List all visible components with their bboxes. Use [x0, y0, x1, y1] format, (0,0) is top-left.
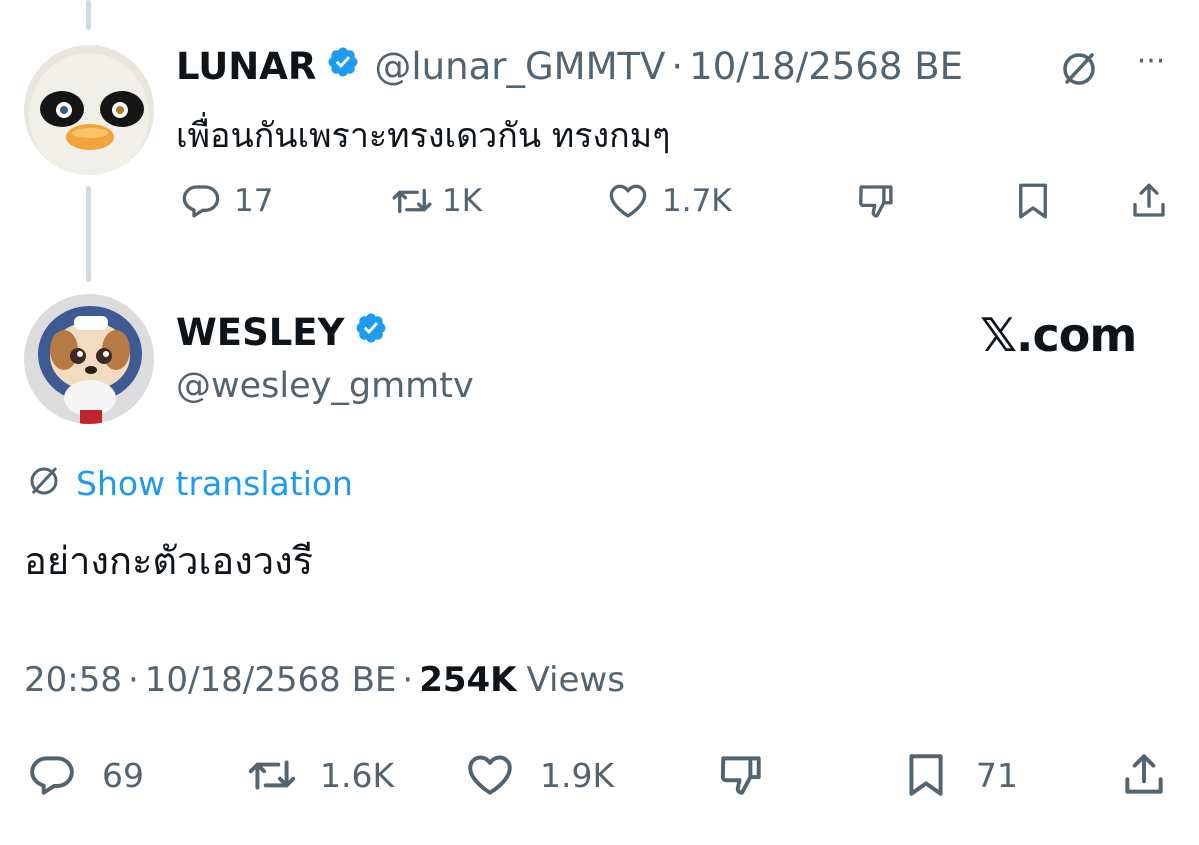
- reply-count: 69: [102, 755, 144, 795]
- tweet-meta: 20:58 · 10/18/2568 BE · 254K Views: [24, 656, 625, 704]
- reply-icon: [24, 750, 80, 800]
- share-icon[interactable]: [1118, 750, 1170, 804]
- tweet-text: เพื่อนกันเพราะทรงเดวกัน ทรงกมๆ: [176, 116, 671, 156]
- tweet-text: อย่างกะตัวเองวงรี: [24, 539, 314, 583]
- separator: ·: [671, 44, 684, 88]
- tweet-header-lunar: LUNAR @lunar_GMMTV · 10/18/2568 BE: [176, 44, 963, 88]
- avatar-lunar[interactable]: [24, 45, 154, 175]
- tweet-date[interactable]: 10/18/2568 BE: [145, 660, 397, 700]
- bookmark-icon[interactable]: [1012, 180, 1054, 226]
- reply-button[interactable]: 17: [180, 180, 273, 222]
- like-count: 1.9K: [540, 755, 615, 795]
- dislike-icon[interactable]: [854, 180, 898, 226]
- translate-icon[interactable]: [1058, 48, 1100, 94]
- handle[interactable]: @lunar_GMMTV: [374, 45, 665, 88]
- dislike-icon[interactable]: [714, 750, 768, 804]
- bookmark-icon: [900, 750, 952, 800]
- like-count: 1.7K: [662, 183, 732, 219]
- repost-icon: [388, 180, 436, 222]
- tweet-header-wesley: WESLEY: [176, 308, 388, 356]
- reply-button[interactable]: 69: [24, 750, 144, 800]
- more-icon[interactable]: ···: [1128, 44, 1174, 79]
- views-count[interactable]: 254K: [419, 660, 516, 700]
- x-brand[interactable]: 𝕏.com: [980, 308, 1137, 362]
- thread-line-top: [86, 0, 91, 30]
- handle[interactable]: @wesley_gmmtv: [176, 366, 474, 406]
- like-icon: [606, 180, 650, 222]
- like-button[interactable]: 1.7K: [606, 180, 732, 222]
- bookmark-button[interactable]: 71: [900, 750, 1018, 800]
- repost-button[interactable]: 1.6K: [242, 750, 394, 800]
- repost-button[interactable]: 1K: [388, 180, 482, 222]
- display-name[interactable]: WESLEY: [176, 311, 344, 354]
- like-icon: [462, 750, 518, 800]
- repost-icon: [242, 750, 302, 800]
- avatar-wesley[interactable]: [24, 294, 154, 424]
- views-label: Views: [526, 660, 625, 700]
- thread-line-bottom: [86, 186, 91, 282]
- reply-count: 17: [234, 183, 274, 219]
- bookmark-count: 71: [976, 755, 1018, 795]
- tweet-date[interactable]: 10/18/2568 BE: [689, 45, 963, 88]
- display-name[interactable]: LUNAR: [176, 45, 316, 88]
- verified-icon: [326, 45, 360, 88]
- show-translation[interactable]: Show translation: [26, 460, 353, 506]
- like-button[interactable]: 1.9K: [462, 750, 614, 800]
- show-translation-label: Show translation: [76, 463, 353, 503]
- verified-icon: [354, 311, 388, 354]
- translate-icon: [26, 463, 62, 503]
- repost-count: 1.6K: [320, 755, 395, 795]
- tweet-time[interactable]: 20:58: [24, 660, 122, 700]
- reply-icon: [180, 180, 222, 222]
- separator: ·: [127, 660, 139, 700]
- repost-count: 1K: [442, 183, 483, 219]
- separator: ·: [402, 660, 414, 700]
- share-icon[interactable]: [1128, 180, 1170, 226]
